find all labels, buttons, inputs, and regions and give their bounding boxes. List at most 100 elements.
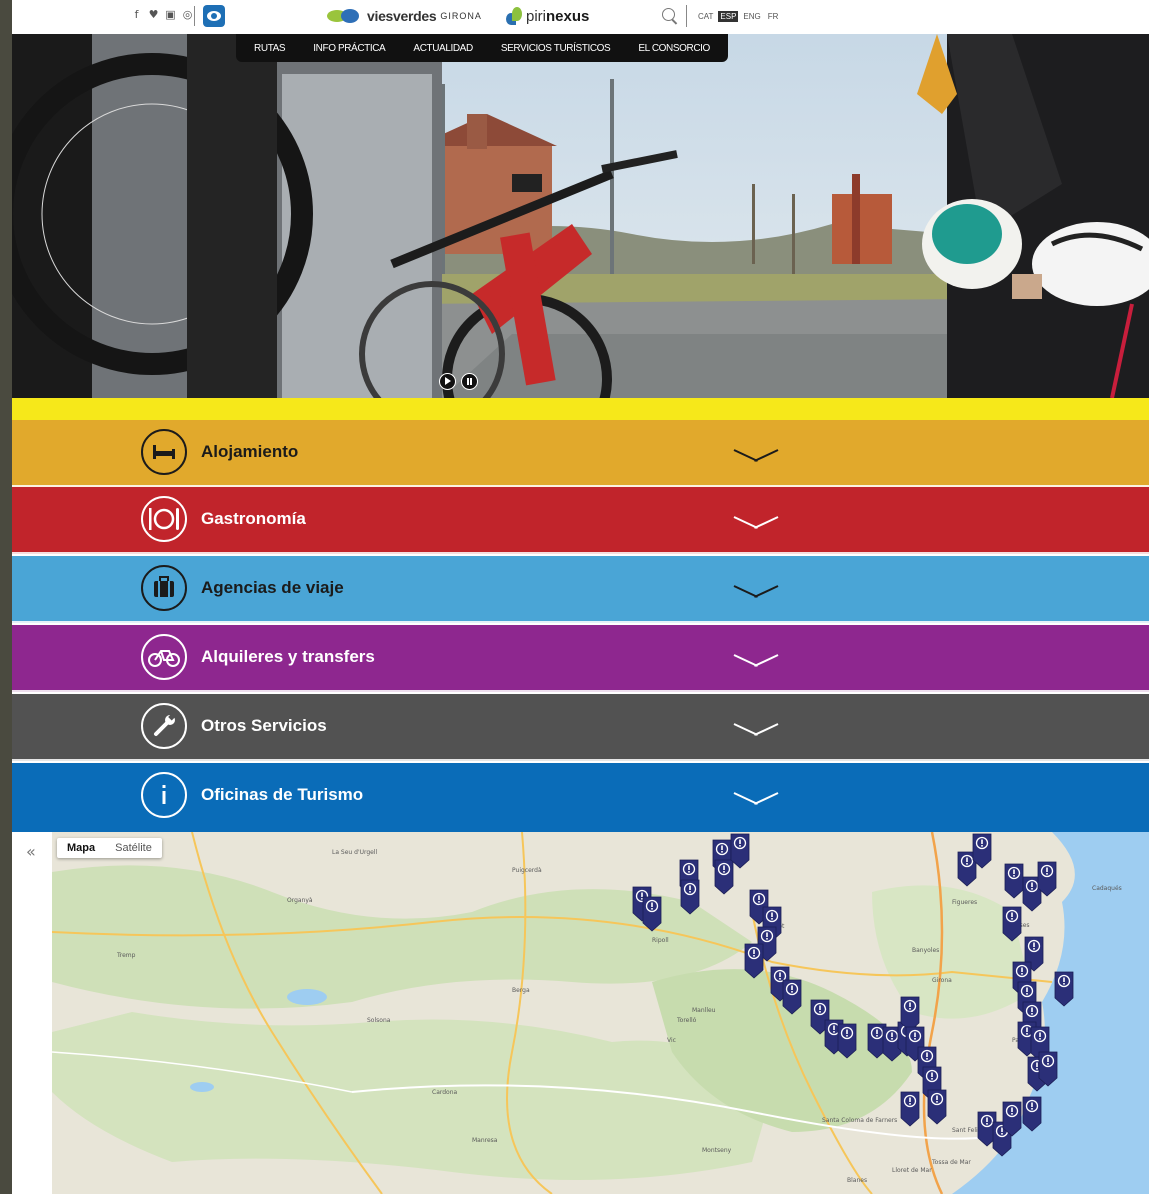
alert-pin-icon[interactable] bbox=[927, 1089, 947, 1125]
alert-pin-icon[interactable] bbox=[1002, 906, 1022, 942]
viesverdes-logo[interactable]: viesverdes GIRONA bbox=[327, 8, 482, 24]
chevron-down-icon[interactable] bbox=[734, 782, 778, 804]
accordion-alojamiento[interactable]: Alojamiento bbox=[12, 420, 1149, 487]
alert-pin-icon[interactable] bbox=[744, 943, 764, 979]
pause-icon[interactable] bbox=[461, 373, 478, 390]
accordion-label: Alquileres y transfers bbox=[201, 647, 375, 666]
accordion-label: Otros Servicios bbox=[201, 716, 327, 735]
place-label: Puigcerdà bbox=[512, 867, 542, 874]
place-label: Blanes bbox=[847, 1177, 867, 1184]
facebook-icon[interactable]: f bbox=[130, 8, 143, 21]
chevron-down-icon[interactable] bbox=[734, 713, 778, 735]
place-label: Banyoles bbox=[912, 947, 939, 954]
alert-pin-icon[interactable] bbox=[1002, 1101, 1022, 1137]
hero-photo bbox=[12, 34, 1149, 398]
info-icon bbox=[141, 772, 187, 818]
alert-pin-icon[interactable] bbox=[680, 879, 700, 915]
place-label: Manlleu bbox=[692, 1007, 716, 1014]
pirinexus-logo[interactable]: pirinexus bbox=[506, 7, 589, 25]
alert-pin-icon[interactable] bbox=[900, 1091, 920, 1127]
lang-cat[interactable]: CAT bbox=[696, 11, 715, 22]
youtube-icon[interactable]: ▣ bbox=[164, 8, 177, 21]
main-nav: RUTAS INFO PRÁCTICA ACTUALIDAD SERVICIOS… bbox=[236, 34, 728, 62]
place-label: Santa Coloma de Farners bbox=[822, 1117, 897, 1124]
accordion-alquileres-y-transfers[interactable]: Alquileres y transfers bbox=[12, 625, 1149, 692]
hero-slider-image bbox=[12, 34, 1149, 398]
suitcase-icon bbox=[141, 565, 187, 611]
place-label: Manresa bbox=[472, 1137, 498, 1144]
play-icon[interactable] bbox=[439, 373, 456, 390]
alert-pin-icon[interactable] bbox=[837, 1023, 857, 1059]
place-label: Torelló bbox=[676, 1017, 697, 1024]
collapse-sidebar-button[interactable]: « bbox=[26, 842, 36, 861]
nav-item-actualidad[interactable]: ACTUALIDAD bbox=[413, 43, 473, 54]
place-label: Tossa de Mar bbox=[931, 1159, 971, 1166]
place-label: Ripoll bbox=[652, 937, 669, 944]
chevron-down-icon[interactable] bbox=[734, 506, 778, 528]
lang-fr[interactable]: FR bbox=[766, 11, 781, 22]
twitter-icon[interactable]: ♥ bbox=[147, 8, 160, 21]
alert-pin-icon[interactable] bbox=[900, 996, 920, 1032]
instagram-icon[interactable]: ◎ bbox=[181, 8, 194, 21]
alert-pin-icon[interactable] bbox=[972, 833, 992, 869]
wrench-icon bbox=[141, 703, 187, 749]
nav-item-servicios-turisticos[interactable]: SERVICIOS TURÍSTICOS bbox=[501, 43, 611, 54]
accordion-oficinas-de-turismo[interactable]: Oficinas de Turismo bbox=[12, 763, 1149, 832]
place-label: Montseny bbox=[702, 1147, 732, 1154]
alert-pin-icon[interactable] bbox=[782, 979, 802, 1015]
yellow-stripe bbox=[12, 398, 1149, 420]
eye-icon[interactable] bbox=[203, 5, 225, 27]
place-label: Lloret de Mar bbox=[892, 1167, 932, 1174]
accordion-otros-servicios[interactable]: Otros Servicios bbox=[12, 694, 1149, 761]
alert-pin-icon[interactable] bbox=[1004, 863, 1024, 899]
alert-pin-icon[interactable] bbox=[642, 896, 662, 932]
place-label: Tremp bbox=[116, 952, 136, 959]
accordion-label: Gastronomía bbox=[201, 509, 306, 528]
language-selector: CAT ESP ENG FR bbox=[696, 11, 780, 22]
accordion-agencias-de-viaje[interactable]: Agencias de viaje bbox=[12, 556, 1149, 623]
nav-item-info-practica[interactable]: INFO PRÁCTICA bbox=[313, 43, 385, 54]
plate-cutlery-icon bbox=[141, 496, 187, 542]
map-section: « Figueres Girona Ripoll Vic Solsona Ber… bbox=[12, 832, 1149, 1194]
pirinexus-logo-text-b: nexus bbox=[546, 7, 590, 25]
alert-pin-icon[interactable] bbox=[1038, 1051, 1058, 1087]
page: f ♥ ▣ ◎ viesverdes GIRONA pirinexus CAT … bbox=[12, 0, 1149, 1194]
chevron-down-icon[interactable] bbox=[734, 439, 778, 461]
alert-pin-icon[interactable] bbox=[730, 833, 750, 869]
pirinexus-logo-text: pirinexus bbox=[526, 8, 589, 25]
bicycle-icon bbox=[141, 634, 187, 680]
accordion-label: Agencias de viaje bbox=[201, 578, 344, 597]
map-type-control: Mapa Satélite bbox=[57, 838, 162, 858]
place-label: Berga bbox=[512, 987, 530, 994]
social-links: f ♥ ▣ ◎ bbox=[130, 8, 194, 21]
map-tiles: Figueres Girona Olot Ripoll Vic Solsona … bbox=[52, 832, 1149, 1194]
alert-pin-icon[interactable] bbox=[1022, 1096, 1042, 1132]
accordion-label: Alojamiento bbox=[201, 442, 299, 461]
map-type-satelite[interactable]: Satélite bbox=[105, 838, 162, 858]
chevron-down-icon[interactable] bbox=[734, 575, 778, 597]
bed-icon bbox=[141, 429, 187, 475]
accordion-gastronomia[interactable]: Gastronomía bbox=[12, 487, 1149, 554]
map-canvas[interactable]: Figueres Girona Olot Ripoll Vic Solsona … bbox=[52, 832, 1149, 1194]
alert-pin-icon[interactable] bbox=[1054, 971, 1074, 1007]
place-label: Girona bbox=[932, 977, 952, 984]
place-label: La Seu d'Urgell bbox=[332, 849, 378, 856]
viesverdes-logo-mark bbox=[327, 8, 363, 24]
lang-esp[interactable]: ESP bbox=[718, 11, 739, 22]
place-label: Cardona bbox=[432, 1089, 458, 1096]
chevron-down-icon[interactable] bbox=[734, 644, 778, 666]
pirinexus-logo-mark bbox=[506, 7, 522, 25]
place-label: Organyà bbox=[287, 897, 313, 904]
lang-eng[interactable]: ENG bbox=[741, 11, 762, 22]
alert-pin-icon[interactable] bbox=[714, 859, 734, 895]
top-bar: f ♥ ▣ ◎ viesverdes GIRONA pirinexus CAT … bbox=[12, 0, 1149, 34]
nav-item-rutas[interactable]: RUTAS bbox=[254, 43, 286, 54]
viesverdes-logo-text: viesverdes bbox=[367, 8, 437, 24]
search-icon[interactable] bbox=[662, 8, 675, 21]
place-label: Cadaqués bbox=[1092, 885, 1122, 892]
alert-pin-icon[interactable] bbox=[1037, 861, 1057, 897]
accordion-label: Oficinas de Turismo bbox=[201, 785, 364, 804]
divider bbox=[686, 5, 687, 27]
map-type-mapa[interactable]: Mapa bbox=[57, 838, 105, 858]
nav-item-el-consorcio[interactable]: EL CONSORCIO bbox=[638, 43, 710, 54]
